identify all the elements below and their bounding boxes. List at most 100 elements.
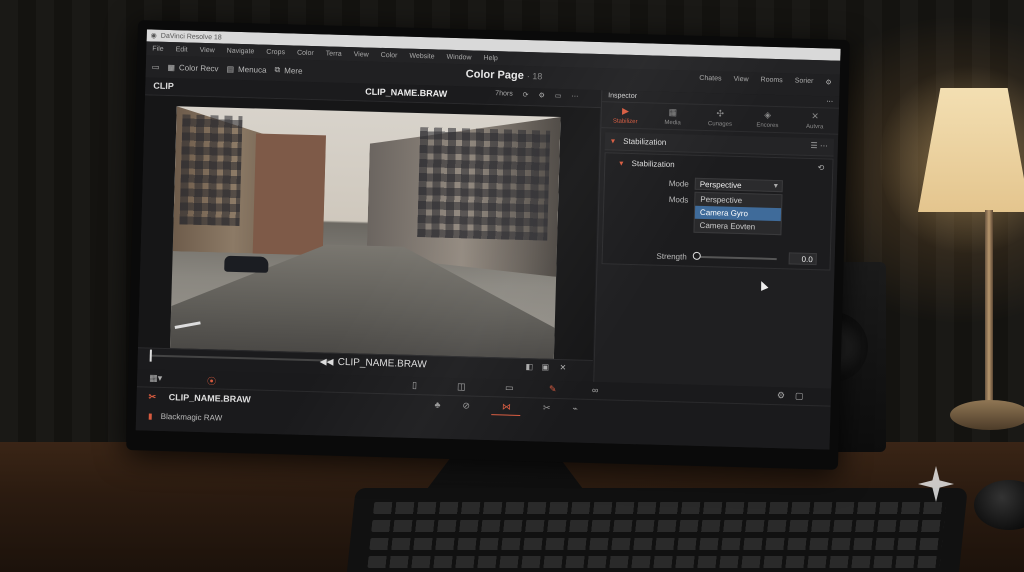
page-cut-icon[interactable]: ⊘	[462, 400, 470, 414]
sorier-button[interactable]: Sorier	[795, 78, 814, 87]
mode-label: Mode	[668, 179, 689, 189]
flag-icon: ▮	[147, 411, 153, 421]
record-icon[interactable]: ⦿	[207, 374, 216, 387]
strength-value-field[interactable]: 0.0	[788, 252, 817, 266]
menu-view-2[interactable]: View	[354, 51, 369, 58]
tab-encores[interactable]: ◈ Encores	[743, 106, 791, 132]
tab-cunages[interactable]: ✣ Cunages	[696, 105, 744, 131]
chevron-down-icon: ▾	[619, 158, 624, 168]
media-icon: ▦	[668, 106, 678, 118]
tools-icon: ✕	[811, 110, 819, 122]
menu-help[interactable]: Help	[483, 54, 498, 61]
scrub-clip-name: CLIP_NAME.BRAW	[337, 356, 427, 371]
strength-label: Strength	[656, 251, 687, 262]
app-icon: ◉	[150, 32, 157, 40]
compare-icon[interactable]: ▣	[541, 363, 549, 372]
viewer-tools: 7hors ⟳ ⚙ ▭ ⋯	[495, 90, 578, 100]
toolbar-item-menuca[interactable]: ▤ Menuca	[226, 64, 266, 74]
menu-navigate[interactable]: Navigate	[227, 47, 255, 55]
page-title: Color Page · 18	[465, 68, 543, 82]
menu-edit[interactable]: Edit	[176, 46, 188, 53]
parked-car	[224, 255, 269, 273]
menu-crops[interactable]: Crops	[266, 48, 285, 56]
option-camera-eovten[interactable]: Camera Eovten	[694, 219, 780, 234]
nodes-icon: ⧉	[274, 64, 281, 75]
brush-icon[interactable]: ✎	[549, 384, 557, 395]
tab-autvra[interactable]: ✕ Autvra	[791, 107, 839, 133]
menu-file[interactable]: File	[152, 45, 163, 52]
tool-icon: ✂	[148, 391, 157, 402]
menu-website[interactable]: Website	[409, 52, 434, 60]
building-left-2	[252, 133, 326, 256]
toolbar-item-mere[interactable]: ⧉ Mere	[274, 65, 302, 76]
stabilization-group-header[interactable]: ▾ Stabilization	[619, 159, 675, 170]
rooms-button[interactable]: Rooms	[760, 77, 782, 86]
viewer	[138, 95, 600, 361]
gear-icon[interactable]: ⚙	[538, 91, 545, 99]
camera-icon[interactable]: ◫	[457, 381, 466, 392]
keyboard	[344, 488, 968, 572]
mouse-cursor	[757, 279, 769, 291]
chevron-down-icon: ▾	[773, 180, 778, 191]
close-icon[interactable]: ✕	[559, 363, 566, 372]
settings-icon[interactable]: ⚙	[777, 390, 785, 401]
fit-icon[interactable]: ◧	[525, 362, 533, 371]
chates-button[interactable]: Chates	[699, 75, 721, 84]
lamp-stem	[985, 210, 993, 410]
reset-icon[interactable]: ⟲	[817, 163, 824, 172]
clip-label: CLIP	[153, 80, 174, 92]
menu-window[interactable]: Window	[447, 53, 472, 61]
menu-view[interactable]: View	[200, 46, 215, 53]
video-frame[interactable]	[169, 106, 561, 361]
scrub-track[interactable]	[149, 354, 330, 362]
layout-icon: ▤	[226, 64, 235, 74]
viewer-clip-name: CLIP_NAME.BRAW	[365, 86, 448, 99]
menu-color-2[interactable]: Color	[381, 51, 398, 58]
menu-color[interactable]: Color	[297, 49, 314, 56]
grid-menu-icon[interactable]: ▦▾	[149, 373, 162, 384]
zoom-dropdown[interactable]: 7hors	[495, 90, 513, 98]
tab-stabilizer[interactable]: ▶ Stabilizer	[601, 102, 649, 128]
mode-options-list: Perspective Camera Gyro Camera Eovten	[693, 191, 783, 236]
film-icon[interactable]: ▯	[412, 380, 417, 391]
menu-terra[interactable]: Terra	[326, 50, 342, 57]
inspector-panel: Inspector ⋯ ▶ Stabilizer ▦ Media ✣ Cunag…	[593, 90, 840, 389]
rewind-icon[interactable]: ◀◀	[320, 356, 334, 367]
format-row: ▮ Blackmagic RAW	[147, 411, 223, 423]
more-icon[interactable]: ⋯	[820, 141, 828, 150]
page-media-icon[interactable]: ♣	[434, 400, 440, 414]
tab-media[interactable]: ▦ Media	[649, 103, 697, 129]
expand-icon[interactable]: ▢	[795, 391, 804, 402]
app-window: ◉ DaVinci Resolve 18 File Edit View Navi…	[135, 29, 841, 450]
mods-label: Mods	[668, 195, 689, 205]
strength-slider-track[interactable]	[696, 255, 777, 261]
chevron-down-icon: ▾	[610, 136, 616, 146]
playhead[interactable]	[149, 349, 152, 362]
settings-icon[interactable]: ⚙	[825, 78, 832, 86]
list-icon[interactable]: ☰	[810, 141, 817, 150]
toolbar-item-color-recv[interactable]: ▦ Color Recv	[167, 62, 218, 72]
inspector-menu-icon[interactable]: ⋯	[826, 97, 833, 105]
grid-icon: ▦	[167, 62, 176, 72]
building-windows	[179, 114, 243, 227]
page-color-icon[interactable]: ⌁	[572, 403, 578, 417]
mode-dropdown[interactable]: Perspective ▾	[694, 177, 783, 193]
building-windows-right	[417, 127, 551, 241]
page-edit-icon[interactable]: ⋈	[491, 401, 522, 416]
page-fusion-icon[interactable]: ✂	[543, 403, 551, 417]
more-icon[interactable]: ⋯	[571, 92, 578, 100]
chat-icon[interactable]: ▭	[505, 383, 514, 394]
refresh-icon[interactable]: ⟳	[523, 91, 529, 99]
monitor-icon[interactable]: ▭	[555, 92, 562, 100]
strength-slider-handle[interactable]	[692, 251, 701, 260]
clip-info-row: ✂ CLIP_NAME.BRAW	[148, 391, 251, 405]
video-icon: ▶	[621, 105, 630, 116]
media-pool-icon[interactable]: ▭	[152, 62, 160, 71]
monitor: ◉ DaVinci Resolve 18 File Edit View Navi…	[126, 20, 850, 470]
section-tools: ☰ ⋯	[810, 141, 828, 150]
link-icon[interactable]: ∞	[592, 385, 599, 395]
effects-icon: ◈	[764, 109, 772, 120]
view-button[interactable]: View	[733, 76, 748, 84]
page-tabs: ♣ ⊘ ⋈ ✂ ⌁	[434, 400, 578, 418]
lamp-base	[950, 400, 1024, 430]
